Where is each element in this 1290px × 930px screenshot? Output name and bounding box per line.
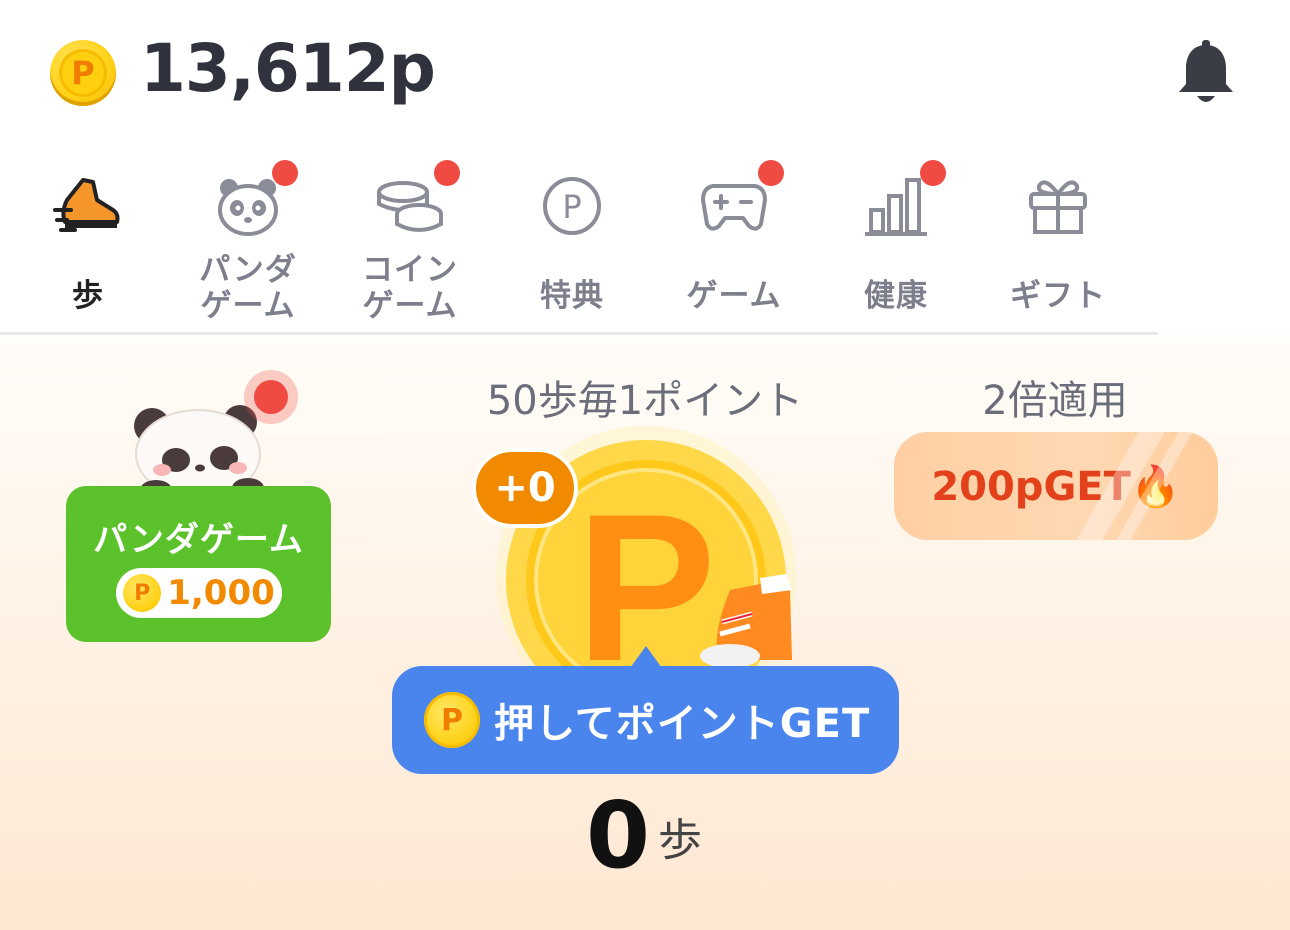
coins-icon <box>375 170 445 240</box>
tab-label: 特典 <box>540 278 604 314</box>
sneaker-icon <box>53 170 123 240</box>
tab-walk[interactable]: 歩 <box>18 170 158 320</box>
svg-text:P: P <box>576 470 716 670</box>
tab-label-line1: コイン <box>362 252 458 288</box>
tab-label-line1: パンダ <box>199 252 297 288</box>
gamepad-icon <box>699 170 769 240</box>
bar-chart-icon <box>861 170 931 240</box>
tab-label: 歩 <box>72 278 104 314</box>
p-circle-icon: P <box>537 170 607 240</box>
svg-text:P: P <box>562 188 581 226</box>
point-coin-icon: P <box>50 40 116 106</box>
tab-panda-game[interactable]: パンダ ゲーム <box>178 160 318 324</box>
bell-icon[interactable] <box>1175 40 1237 108</box>
gift-icon <box>1023 170 1093 240</box>
point-coin-icon: P <box>123 574 162 612</box>
tab-benefits[interactable]: P 特典 <box>502 170 642 320</box>
tab-label-line2: ゲーム <box>362 288 458 324</box>
panda-points-pill: P 1,000 <box>116 568 282 618</box>
points-rule-text: 50歩毎1ポイント <box>486 378 804 424</box>
collect-points-button[interactable]: P 押してポイントGET <box>392 666 899 774</box>
tab-label: ゲーム <box>686 278 782 314</box>
step-unit: 歩 <box>658 815 702 866</box>
double-applied-text: 2倍適用 <box>982 378 1128 424</box>
earned-points-badge: +0 <box>472 448 578 528</box>
panda-points: 1,000 <box>167 573 275 613</box>
tab-label-line2: ゲーム <box>200 288 296 324</box>
collect-points-label: 押してポイントGET <box>494 701 871 747</box>
notification-dot <box>920 160 946 186</box>
tab-health[interactable]: 健康 <box>826 160 966 320</box>
notification-dot <box>254 380 288 414</box>
notification-dot <box>272 160 298 186</box>
tab-gift[interactable]: ギフト <box>988 170 1128 320</box>
get-200p-button[interactable]: 200pGET🔥 <box>894 432 1218 540</box>
step-count: 0 <box>586 782 651 889</box>
notification-dot <box>758 160 784 186</box>
point-coin-icon: P <box>424 692 480 748</box>
tab-game[interactable]: ゲーム <box>664 160 804 320</box>
panda-game-card[interactable]: パンダゲーム P 1,000 <box>66 486 331 642</box>
point-balance: 13,612p <box>140 30 436 107</box>
notification-dot <box>434 160 460 186</box>
panda-game-title: パンダゲーム <box>93 520 304 560</box>
tab-label: ギフト <box>1010 278 1106 314</box>
panda-icon <box>213 170 283 240</box>
tab-coin-game[interactable]: コイン ゲーム <box>340 160 480 324</box>
tab-label: 健康 <box>864 278 928 314</box>
tooltip-arrow <box>630 646 662 668</box>
